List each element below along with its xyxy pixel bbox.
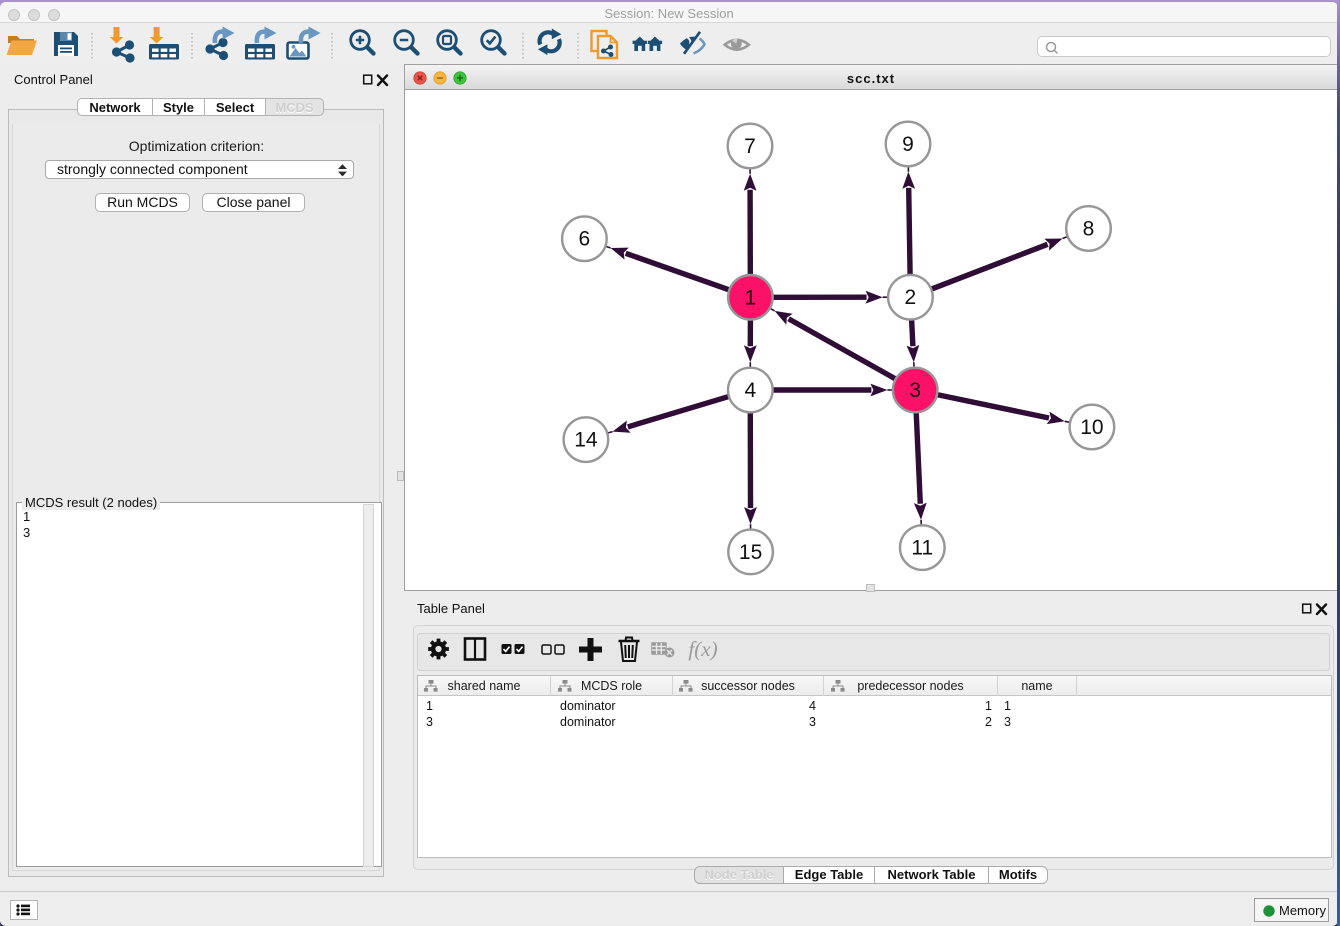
svg-text:1: 1 xyxy=(745,286,757,309)
svg-text:4: 4 xyxy=(744,379,756,402)
svg-text:7: 7 xyxy=(744,135,756,158)
svg-text:11: 11 xyxy=(911,537,933,560)
svg-text:8: 8 xyxy=(1083,218,1095,241)
svg-text:9: 9 xyxy=(902,133,914,156)
svg-text:15: 15 xyxy=(739,541,762,564)
svg-text:6: 6 xyxy=(579,228,591,251)
svg-text:10: 10 xyxy=(1080,416,1103,439)
svg-text:14: 14 xyxy=(574,429,598,452)
svg-text:2: 2 xyxy=(905,286,917,309)
svg-text:f(x): f(x) xyxy=(688,637,717,661)
svg-text:3: 3 xyxy=(909,379,921,402)
